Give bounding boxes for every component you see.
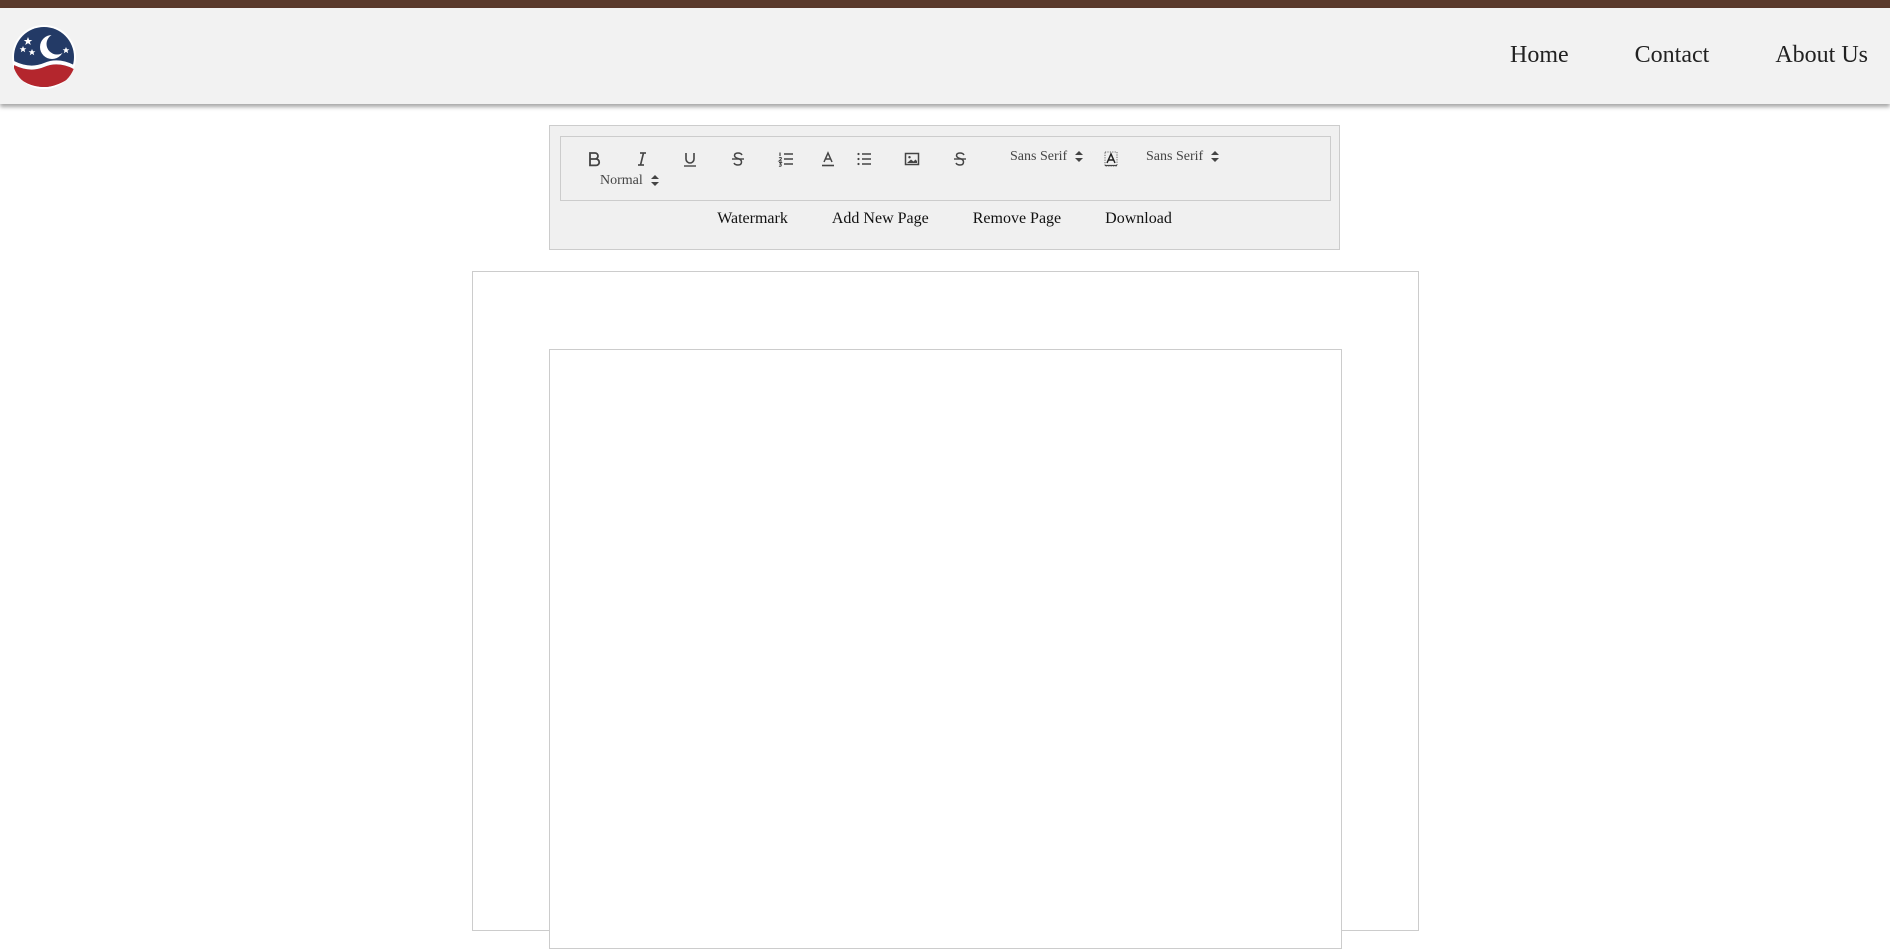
document-editor-area[interactable] (549, 349, 1342, 949)
formatting-toolbar: Sans Serif Sans Serif Normal (560, 136, 1331, 201)
chevron-updown-icon (1211, 151, 1220, 163)
chevron-updown-icon (650, 175, 659, 187)
site-logo[interactable] (12, 25, 76, 89)
font-family-picker-secondary-label: Sans Serif (1146, 149, 1204, 164)
document-page (472, 271, 1419, 949)
main-nav: Home Contact About Us (1510, 42, 1868, 69)
add-new-page-button[interactable]: Add New Page (832, 210, 929, 228)
watermark-button[interactable]: Watermark (717, 210, 788, 228)
font-family-picker-secondary[interactable]: Sans Serif (1146, 149, 1220, 165)
strike-icon (954, 152, 966, 166)
document-actions: Watermark Add New Page Remove Page Downl… (550, 210, 1339, 228)
bullet-list-icon (857, 152, 871, 166)
logo-emblem-icon (14, 27, 74, 87)
nav-about-link[interactable]: About Us (1775, 42, 1868, 69)
italic-button[interactable] (629, 148, 655, 170)
ordered-list-icon (777, 152, 793, 167)
bullet-list-button[interactable] (851, 148, 877, 170)
bold-icon (589, 152, 601, 167)
ordered-list-button[interactable] (773, 148, 799, 170)
underline-button[interactable] (677, 148, 703, 170)
strike-icon (732, 152, 744, 166)
italic-icon (638, 152, 646, 166)
font-size-picker[interactable]: Normal (600, 173, 659, 189)
nav-contact-link[interactable]: Contact (1635, 42, 1710, 69)
font-size-picker-label: Normal (600, 173, 643, 188)
bold-button[interactable] (581, 148, 607, 170)
background-color-button[interactable] (1098, 148, 1124, 170)
download-button[interactable]: Download (1105, 210, 1172, 228)
text-color-button[interactable] (815, 148, 841, 170)
font-family-picker-label: Sans Serif (1010, 149, 1068, 164)
strike-button[interactable] (725, 148, 751, 170)
image-icon (904, 152, 920, 166)
underline-icon (684, 153, 696, 167)
site-header: Home Contact About Us (0, 8, 1890, 104)
text-color-icon (822, 151, 834, 167)
background-color-icon (1104, 151, 1118, 167)
chevron-updown-icon (1075, 151, 1084, 163)
font-family-picker[interactable]: Sans Serif (1010, 149, 1084, 165)
top-accent-bar (0, 0, 1890, 8)
clean-strike-button[interactable] (947, 148, 973, 170)
image-button[interactable] (899, 148, 925, 170)
editor-toolbar-panel: Sans Serif Sans Serif Normal Watermark A… (549, 125, 1340, 250)
remove-page-button[interactable]: Remove Page (973, 210, 1061, 228)
nav-home-link[interactable]: Home (1510, 42, 1569, 69)
